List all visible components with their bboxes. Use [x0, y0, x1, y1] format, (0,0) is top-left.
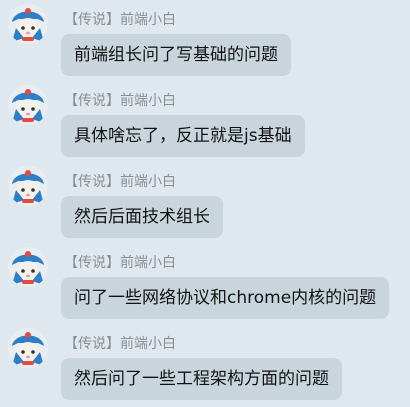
- chat-message: 【传说】前端小白 前端组长问了写基础的问题: [0, 0, 410, 80]
- sender-name: 【传说】前端小白: [64, 93, 176, 109]
- avatar[interactable]: [8, 328, 48, 368]
- message-bubble: 前端组长问了写基础的问题: [61, 34, 291, 76]
- message-bubble: 具体啥忘了，反正就是js基础: [61, 115, 305, 157]
- chat-message: 【传说】前端小白 具体啥忘了，反正就是js基础: [0, 81, 410, 161]
- sender-name: 【传说】前端小白: [64, 174, 176, 190]
- chat-message: 【传说】前端小白 然后后面技术组长: [0, 162, 410, 242]
- sender-name: 【传说】前端小白: [64, 12, 176, 28]
- avatar[interactable]: [8, 166, 48, 206]
- chat-area: 【传说】前端小白 前端组长问了写基础的问题 【传说】前端小白 具体啥忘了，反正就…: [0, 0, 410, 407]
- avatar[interactable]: [8, 85, 48, 125]
- cat-avatar-icon: [8, 166, 48, 206]
- sender-name: 【传说】前端小白: [64, 336, 176, 352]
- message-bubble: 问了一些网络协议和chrome内核的问题: [61, 277, 390, 319]
- cat-avatar-icon: [8, 328, 48, 368]
- avatar[interactable]: [8, 247, 48, 287]
- cat-avatar-icon: [8, 247, 48, 287]
- chat-message: 【传说】前端小白 问了一些网络协议和chrome内核的问题: [0, 243, 410, 323]
- avatar[interactable]: [8, 4, 48, 44]
- sender-name: 【传说】前端小白: [64, 255, 176, 271]
- chat-message: 【传说】前端小白 然后问了一些工程架构方面的问题: [0, 324, 410, 404]
- cat-avatar-icon: [8, 85, 48, 125]
- message-bubble: 然后问了一些工程架构方面的问题: [61, 358, 342, 400]
- cat-avatar-icon: [8, 4, 48, 44]
- message-bubble: 然后后面技术组长: [61, 196, 223, 238]
